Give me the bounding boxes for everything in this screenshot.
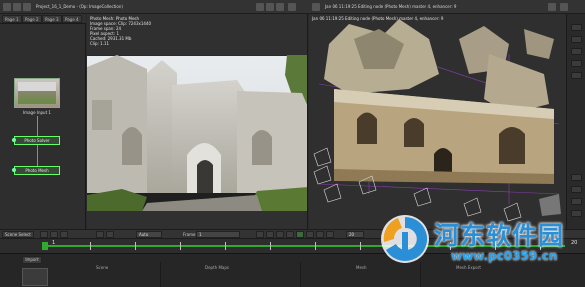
timeline-tick <box>225 242 226 250</box>
church-photo <box>87 55 307 211</box>
timeline-tick <box>180 242 181 250</box>
tool-button[interactable] <box>571 36 582 43</box>
mode-select[interactable]: Auto <box>136 231 162 238</box>
stop-icon[interactable] <box>286 231 294 238</box>
tool-button[interactable] <box>571 60 582 67</box>
tool-button[interactable] <box>571 24 582 31</box>
watermark-url: www.pc0359.cn <box>451 249 558 263</box>
node-port[interactable] <box>12 138 16 142</box>
timeline-tick <box>135 242 136 250</box>
tool-button[interactable] <box>571 72 582 79</box>
tab-page-2[interactable]: Page 2 <box>22 15 42 23</box>
timeline-tick <box>270 242 271 250</box>
window-title: Project_16_1_Demo - (Op: ImageCollection… <box>36 4 123 9</box>
3d-viewer[interactable]: Jan 06 11:19:25 Editing node (Photo Mesh… <box>309 14 566 229</box>
settings-icon[interactable] <box>288 3 296 11</box>
view-icon[interactable] <box>256 3 264 11</box>
step-forward-icon[interactable] <box>106 231 114 238</box>
close-icon[interactable] <box>560 3 568 11</box>
frame-label: Frame <box>183 232 196 237</box>
loop-icon[interactable] <box>60 231 68 238</box>
node-graph-panel: Image Input 1 Photo Solver Photo Mesh <box>0 24 86 229</box>
tool-button[interactable] <box>571 174 582 181</box>
top-toolbar: Project_16_1_Demo - (Op: ImageCollection… <box>0 0 585 14</box>
play-icon[interactable] <box>296 231 304 238</box>
layout-icon[interactable] <box>276 3 284 11</box>
info-line: Clip: 1.11 <box>90 41 110 46</box>
viewer-info: Photo Mesh: Photo Mesh Image space: Clip… <box>90 16 151 46</box>
divider <box>300 262 301 287</box>
tab-page-1[interactable]: Page 1 <box>2 15 22 23</box>
frame-input[interactable]: 1 <box>196 231 240 238</box>
end-icon[interactable] <box>326 231 334 238</box>
undo-icon[interactable] <box>23 3 31 11</box>
timeline-end: 20 <box>571 240 578 246</box>
point-cloud-scene <box>313 19 561 222</box>
tool-button[interactable] <box>571 210 582 217</box>
node-wire <box>37 145 38 166</box>
grid-icon[interactable] <box>266 3 274 11</box>
key-icon[interactable] <box>40 231 48 238</box>
timeline-tick <box>90 242 91 250</box>
record-icon[interactable] <box>50 231 58 238</box>
step-back-icon[interactable] <box>96 231 104 238</box>
prev-frame-icon[interactable] <box>266 231 274 238</box>
watermark-logo <box>381 215 429 263</box>
scene-select-button[interactable]: Scene Select <box>2 231 34 238</box>
menu-icon[interactable] <box>3 3 11 11</box>
import-button[interactable]: Import <box>22 256 42 264</box>
end-frame-input[interactable]: 20 <box>346 231 364 238</box>
next-frame-icon[interactable] <box>306 231 314 238</box>
node-port[interactable] <box>12 168 16 172</box>
fast-forward-icon[interactable] <box>316 231 324 238</box>
tab-page-4[interactable]: Page 4 <box>62 15 82 23</box>
clip-thumbnail[interactable] <box>22 268 48 286</box>
tool-button[interactable] <box>571 48 582 55</box>
tool-button[interactable] <box>571 186 582 193</box>
camera-icon[interactable] <box>312 3 320 11</box>
rewind-icon[interactable] <box>256 231 264 238</box>
image-input-node-label: Image Input 1 <box>23 110 51 115</box>
image-viewer[interactable]: Photo Mesh: Photo Mesh Image space: Clip… <box>87 14 308 229</box>
column-header-depth-maps: Depth Maps <box>205 265 229 270</box>
tool-strip <box>566 14 585 229</box>
tool-button[interactable] <box>571 198 582 205</box>
node-wire <box>37 116 38 136</box>
watermark-name: 河东软件园 <box>434 221 565 250</box>
photo-mesh-node[interactable]: Photo Mesh <box>14 166 60 175</box>
column-header-mesh-export: Mesh Export <box>456 265 481 270</box>
tab-page-3[interactable]: Page 3 <box>42 15 62 23</box>
window-icon[interactable] <box>548 3 556 11</box>
back-icon[interactable] <box>276 231 284 238</box>
photo-solver-node[interactable]: Photo Solver <box>14 136 60 145</box>
column-header-mesh: Mesh <box>356 265 367 270</box>
timeline-tick <box>360 242 361 250</box>
timeline-tick <box>315 242 316 250</box>
save-icon[interactable] <box>13 3 21 11</box>
image-input-node-thumbnail[interactable] <box>14 78 60 108</box>
status-title: Jan 06 11:19:25 Editing node (Photo Mesh… <box>325 4 457 9</box>
divider <box>160 262 161 287</box>
page-tabs: Page 1 Page 2 Page 3 Page 4 <box>0 14 86 24</box>
column-header-scene: Scene <box>96 265 109 270</box>
